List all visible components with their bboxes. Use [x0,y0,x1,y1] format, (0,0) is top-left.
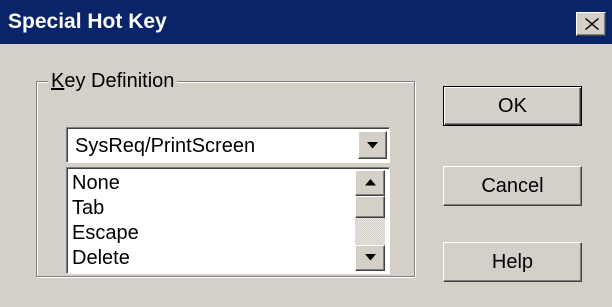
list-item-escape[interactable]: Escape [72,221,139,246]
scroll-down-arrow-icon [365,254,376,261]
special-hot-key-dialog: Special Hot Key Key Definition SysReq/Pr… [0,0,612,307]
key-definition-label-text: ey Definition [64,70,175,92]
key-definition-mnemonic: K [51,70,65,92]
hot-key-list[interactable]: None Tab Escape Delete [66,167,390,274]
window-title: Special Hot Key [8,10,167,33]
chevron-down-icon [367,142,378,149]
ok-button[interactable]: OK [443,86,582,126]
list-item-none[interactable]: None [72,171,139,196]
help-button[interactable]: Help [443,242,582,282]
list-item-tab[interactable]: Tab [72,196,139,221]
combo-dropdown-button[interactable] [358,131,387,159]
combo-selected-value: SysReq/PrintScreen [75,135,256,157]
scroll-up-button[interactable] [355,170,385,196]
list-vertical-scrollbar[interactable] [355,170,385,271]
close-button[interactable] [576,12,606,36]
title-bar[interactable]: Special Hot Key [0,0,612,44]
list-items: None Tab Escape Delete [72,171,139,271]
scroll-up-arrow-icon [365,179,376,186]
list-item-delete[interactable]: Delete [72,246,139,271]
scroll-down-button[interactable] [355,245,385,271]
close-icon [585,18,599,30]
hot-key-combo-box[interactable]: SysReq/PrintScreen [66,127,390,163]
key-definition-label: Key Definition [48,70,178,92]
scroll-thumb[interactable] [355,196,385,218]
cancel-button[interactable]: Cancel [443,166,582,206]
